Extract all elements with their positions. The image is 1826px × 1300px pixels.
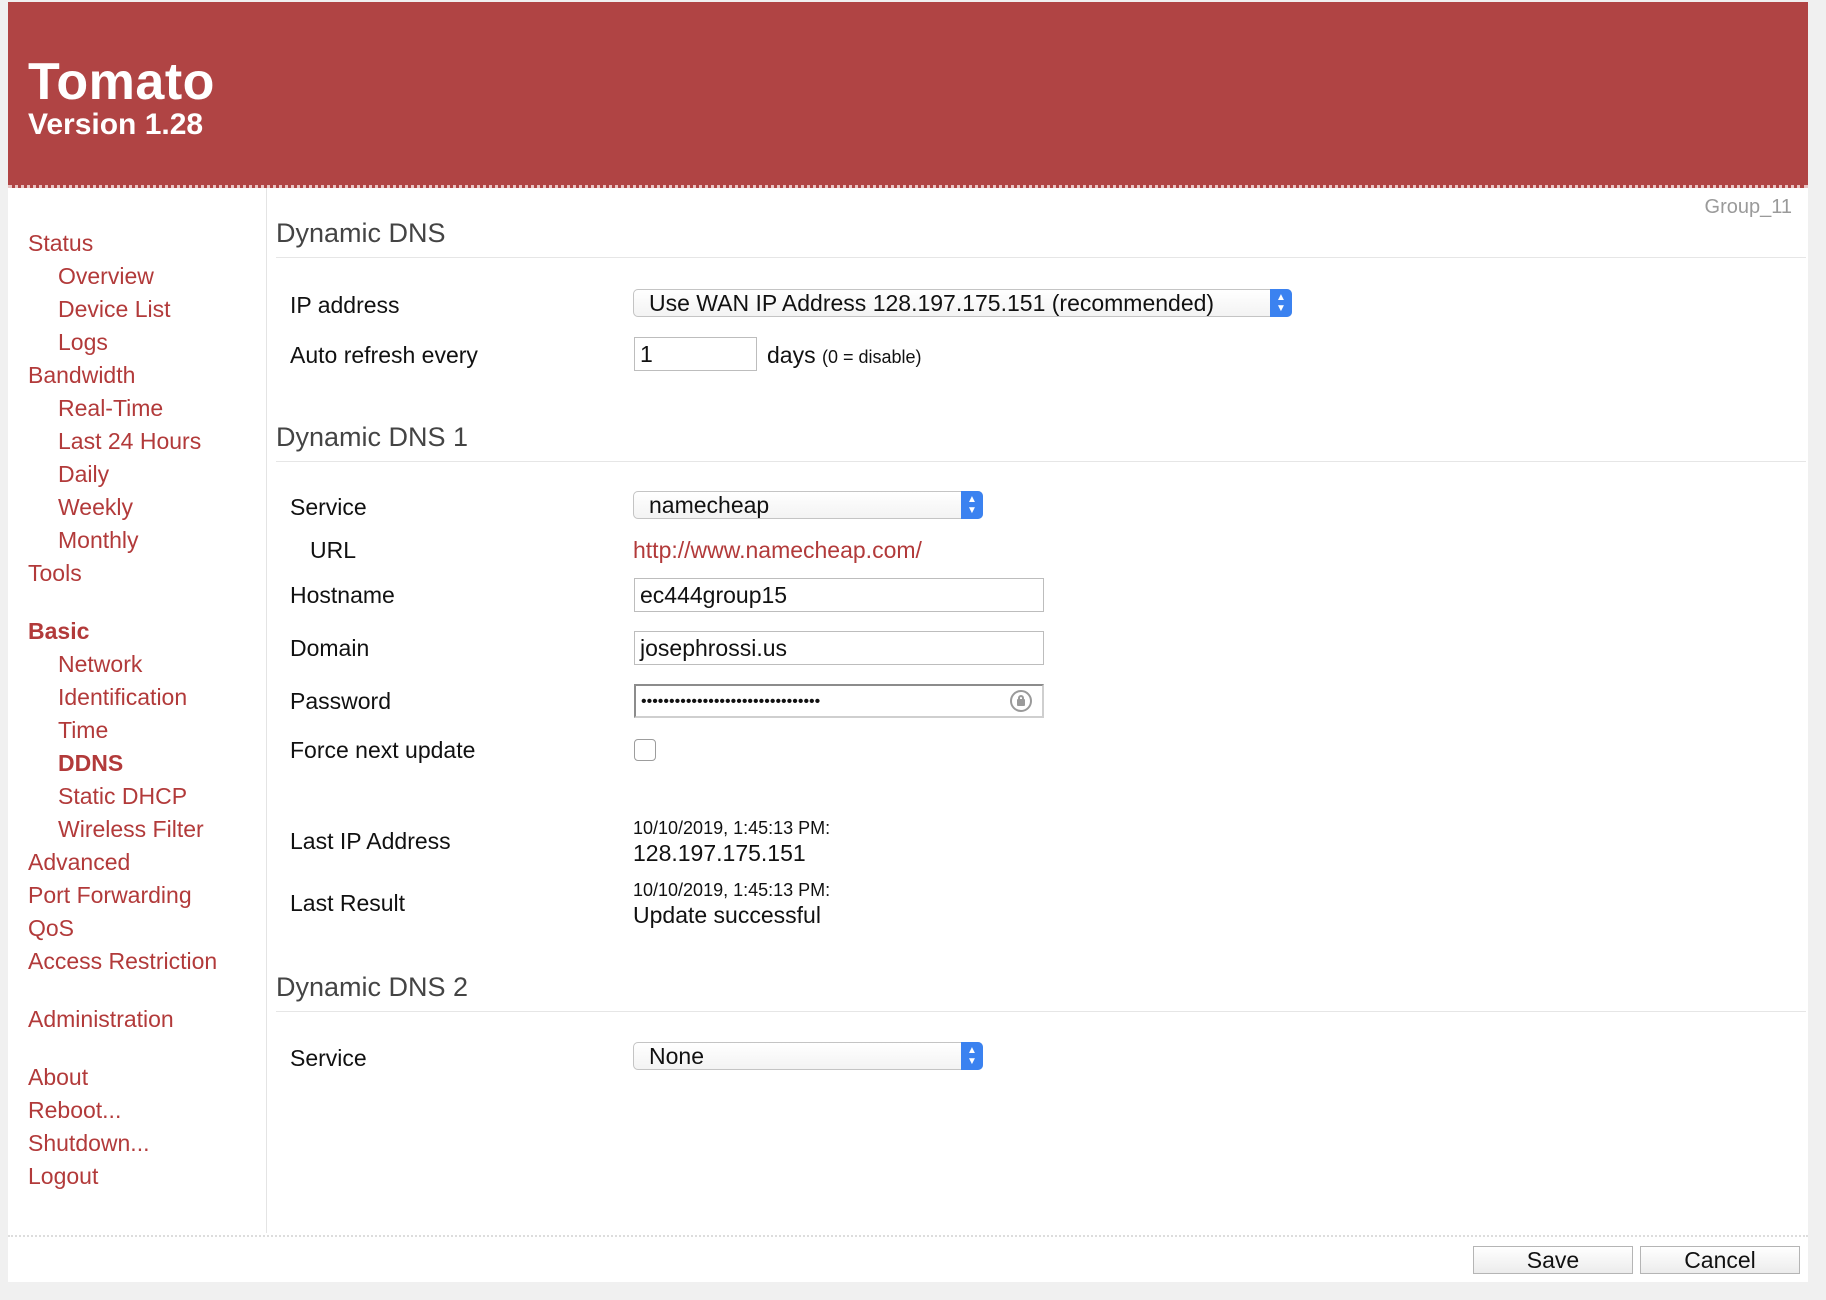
password-label: Password — [290, 688, 391, 714]
url-label: URL — [310, 537, 357, 563]
service-1-select-value: namecheap — [649, 492, 770, 518]
nav-logs[interactable]: Logs — [58, 329, 108, 356]
force-update-label: Force next update — [290, 737, 476, 763]
nav-bandwidth[interactable]: Bandwidth — [28, 362, 135, 389]
domain-input[interactable]: josephrossi.us — [634, 631, 1044, 665]
nav-status[interactable]: Status — [28, 230, 93, 257]
hostname-input[interactable]: ec444group15 — [634, 578, 1044, 612]
service-2-select-value: None — [649, 1043, 704, 1069]
updown-chevron-icon: ▲ ▼ — [961, 1042, 983, 1070]
nav-reboot[interactable]: Reboot... — [28, 1097, 121, 1124]
nav-real-time[interactable]: Real-Time — [58, 395, 163, 422]
auto-refresh-label: Auto refresh every — [290, 342, 478, 368]
last-ip-value: 128.197.175.151 — [633, 840, 806, 866]
domain-label: Domain — [290, 635, 370, 661]
nav-network[interactable]: Network — [58, 651, 142, 678]
nav-daily[interactable]: Daily — [58, 461, 109, 488]
nav-qos[interactable]: QoS — [28, 915, 74, 942]
password-input[interactable]: •••••••••••••••••••••••••••••••• — [634, 684, 1044, 718]
sidebar-nav: Status Overview Device List Logs Bandwid… — [8, 188, 267, 1233]
nav-last-24-hours[interactable]: Last 24 Hours — [58, 428, 201, 455]
nav-monthly[interactable]: Monthly — [58, 527, 139, 554]
section-title-dynamic-dns: Dynamic DNS — [276, 218, 1806, 258]
nav-advanced[interactable]: Advanced — [28, 849, 130, 876]
nav-time[interactable]: Time — [58, 717, 108, 744]
page-frame: Tomato Version 1.28 Group_11 Status Over… — [8, 2, 1808, 1282]
last-result-label: Last Result — [290, 890, 406, 916]
nav-logout[interactable]: Logout — [28, 1163, 98, 1190]
service-2-select[interactable]: None ▲ ▼ — [633, 1042, 983, 1070]
auto-refresh-hint: (0 = disable) — [821, 347, 922, 367]
service-url-link[interactable]: http://www.namecheap.com/ — [633, 537, 922, 564]
header-banner: Tomato Version 1.28 — [8, 2, 1808, 188]
ip-address-label: IP address — [290, 292, 400, 318]
last-ip-label: Last IP Address — [290, 828, 451, 854]
service-1-label: Service — [290, 494, 367, 520]
nav-static-dhcp[interactable]: Static DHCP — [58, 783, 187, 810]
nav-about[interactable]: About — [28, 1064, 88, 1091]
service-2-label: Service — [290, 1045, 367, 1071]
last-ip-time: 10/10/2019, 1:45:13 PM: — [633, 818, 831, 838]
nav-shutdown[interactable]: Shutdown... — [28, 1130, 149, 1157]
auto-refresh-input[interactable]: 1 — [634, 337, 757, 371]
service-1-select[interactable]: namecheap ▲ ▼ — [633, 491, 983, 519]
section-title-dynamic-dns-1: Dynamic DNS 1 — [276, 422, 1806, 462]
cancel-button[interactable]: Cancel — [1640, 1246, 1800, 1274]
last-result-value: Update successful — [633, 902, 821, 928]
force-update-checkbox[interactable] — [634, 739, 656, 761]
router-name-label: Group_11 — [1704, 196, 1792, 218]
nav-administration[interactable]: Administration — [28, 1006, 174, 1033]
password-input-value: •••••••••••••••••••••••••••••••• — [641, 693, 821, 710]
ip-address-select[interactable]: Use WAN IP Address 128.197.175.151 (reco… — [633, 289, 1292, 317]
key-lock-icon[interactable] — [1010, 690, 1032, 712]
nav-identification[interactable]: Identification — [58, 684, 187, 711]
last-result-time: 10/10/2019, 1:45:13 PM: — [633, 880, 831, 900]
nav-wireless-filter[interactable]: Wireless Filter — [58, 816, 204, 843]
nav-weekly[interactable]: Weekly — [58, 494, 133, 521]
auto-refresh-unit: days (0 = disable) — [767, 342, 922, 369]
nav-access-restriction[interactable]: Access Restriction — [28, 948, 217, 975]
hostname-label: Hostname — [290, 582, 395, 608]
ip-address-select-value: Use WAN IP Address 128.197.175.151 (reco… — [649, 290, 1215, 316]
nav-ddns[interactable]: DDNS — [58, 750, 123, 777]
nav-basic[interactable]: Basic — [28, 618, 89, 645]
auto-refresh-unit-text: days — [767, 342, 816, 368]
nav-port-forwarding[interactable]: Port Forwarding — [28, 882, 192, 909]
updown-chevron-icon: ▲ ▼ — [1270, 289, 1292, 317]
nav-device-list[interactable]: Device List — [58, 296, 170, 323]
updown-chevron-icon: ▲ ▼ — [961, 491, 983, 519]
save-button[interactable]: Save — [1473, 1246, 1633, 1274]
app-version: Version 1.28 — [28, 108, 204, 141]
app-title: Tomato — [28, 53, 215, 111]
section-title-dynamic-dns-2: Dynamic DNS 2 — [276, 972, 1806, 1012]
footer-divider — [8, 1235, 1808, 1237]
nav-tools[interactable]: Tools — [28, 560, 82, 587]
nav-overview[interactable]: Overview — [58, 263, 154, 290]
